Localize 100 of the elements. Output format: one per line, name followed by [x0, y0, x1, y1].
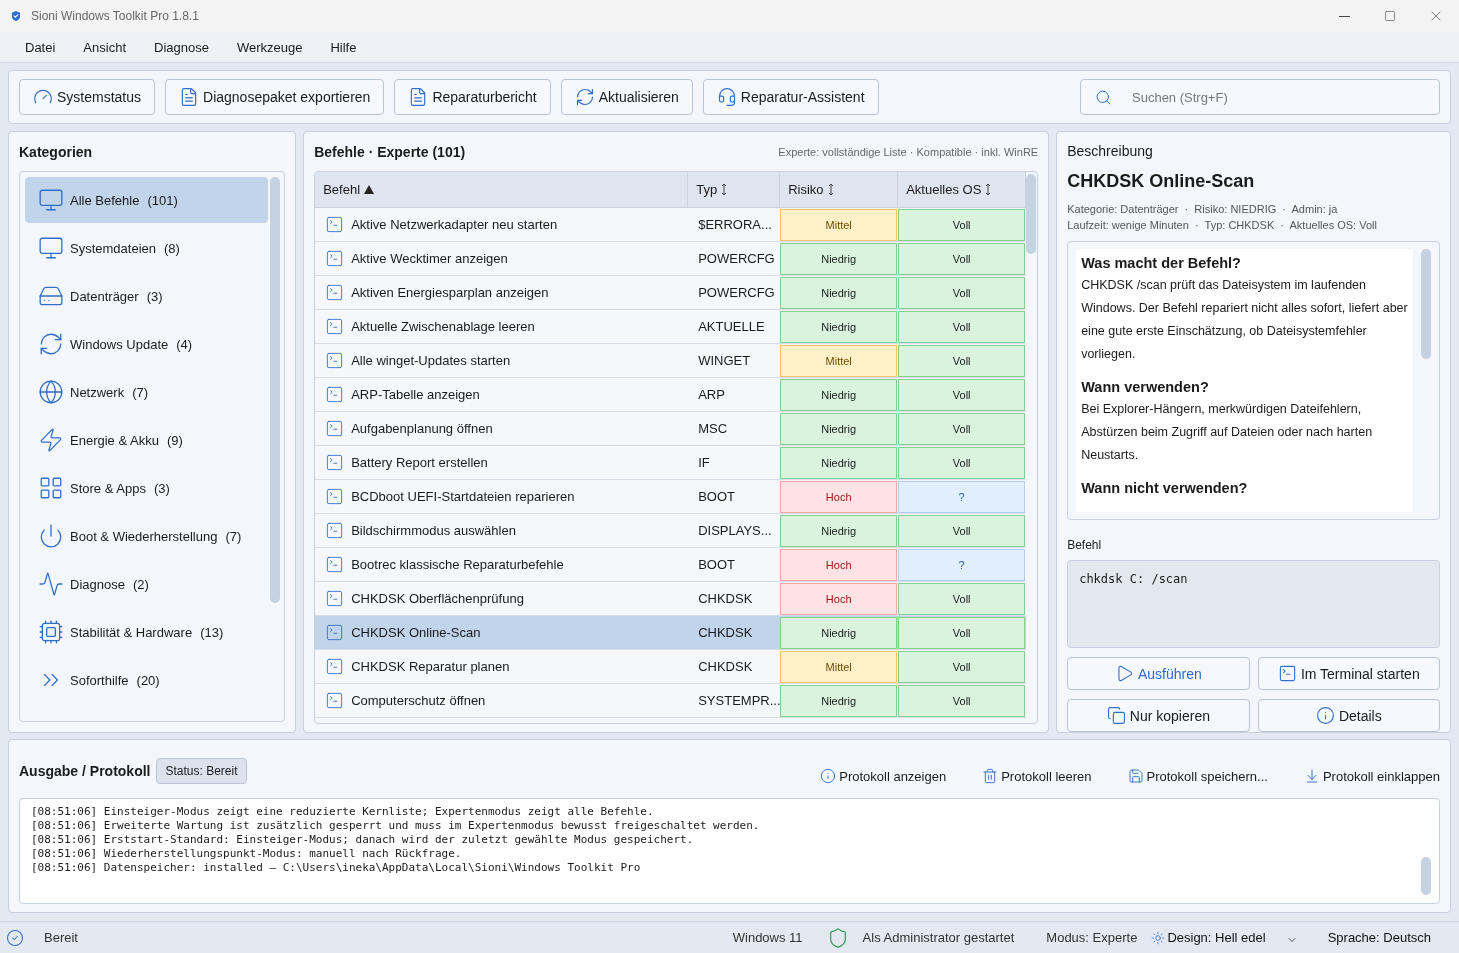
command-meta: Laufzeit: wenige Minuten · Typ: CHKDSK · Aktuelles OS: Voll	[1067, 217, 1378, 233]
section-text: Bei Explorer-Hängern, merkwürdigen Dateifehlern, Abstürzen beim Zugriff auf Dateien oder nach harten Neustarts.	[1081, 400, 1374, 464]
command-type: AKTUELLE	[698, 319, 765, 334]
search-input[interactable]: Suchen (Strg+F)	[1130, 88, 1410, 106]
field-label: Befehl	[1067, 538, 1103, 553]
trash-icon	[982, 768, 999, 784]
risk-cell: Hoch	[780, 583, 898, 615]
table-row[interactable]: CHKDSK Oberflächenprüfung CHKDSK Hoch Voll	[315, 582, 1027, 616]
toolbar-button[interactable]: Reparatur-Assistent	[702, 79, 879, 115]
table-row[interactable]: Battery Report erstellen IF Niedrig Voll	[315, 446, 1027, 480]
scrollbar[interactable]	[1421, 857, 1431, 895]
menu-item[interactable]: Hilfe	[316, 39, 371, 55]
pulse-icon	[38, 571, 64, 597]
table-row[interactable]: ARP-Tabelle anzeigen ARP Niedrig Voll	[315, 378, 1027, 412]
log-line: [08:51:06] Wiederherstellungspunkt-Modus: manuell nach Rückfrage.	[31, 847, 463, 861]
category-label: Datenträger	[70, 288, 139, 304]
column-header[interactable]: Risiko	[780, 172, 899, 207]
category-item[interactable]: Windows Update (4)	[25, 321, 269, 367]
action-button[interactable]: Ausführen	[1067, 657, 1250, 690]
terminal-icon	[325, 419, 345, 438]
scrollbar[interactable]	[1026, 174, 1037, 254]
menu-item[interactable]: Werkzeuge	[222, 39, 317, 55]
command-type: WINGET	[698, 353, 751, 368]
category-count: (9)	[166, 432, 183, 448]
category-item[interactable]: Datenträger (3)	[25, 273, 269, 319]
toolbar-button[interactable]: Reparaturbericht	[394, 79, 551, 115]
table-row[interactable]: Bootrec klassische Reparaturbefehle BOOT Hoch ?	[315, 548, 1027, 582]
panel-title: Beschreibung	[1067, 143, 1153, 160]
table-row[interactable]: Bildschirmmodus auswählen DISPLAYS... Niedrig Voll	[315, 514, 1027, 548]
os-cell: Voll	[898, 209, 1026, 241]
table-row[interactable]: Aktuelle Zwischenablage leeren AKTUELLE Niedrig Voll	[315, 310, 1027, 344]
log-action[interactable]: Protokoll leeren	[982, 768, 1092, 784]
table-row[interactable]: Aktive Netzwerkadapter neu starten $ERRORA... Mittel Voll	[315, 208, 1027, 242]
design-selector[interactable]: Design: Hell edel	[1167, 930, 1266, 945]
scrollbar[interactable]	[1421, 248, 1431, 359]
headset-icon	[716, 87, 737, 107]
risk-cell: Hoch	[780, 549, 898, 581]
category-item[interactable]: Stabilität & Hardware (13)	[25, 609, 269, 655]
category-count: (3)	[153, 480, 170, 496]
category-item[interactable]: Systemdateien (8)	[25, 225, 269, 271]
column-header[interactable]: Befehl	[315, 172, 689, 207]
table-row[interactable]: Aktive Wecktimer anzeigen POWERCFG Niedrig Voll	[315, 242, 1027, 276]
category-item[interactable]: Diagnose (2)	[25, 561, 269, 607]
log-action[interactable]: Protokoll einklappen	[1303, 768, 1440, 784]
log-action[interactable]: Protokoll anzeigen	[820, 768, 947, 784]
section-heading: Wann nicht verwenden?	[1081, 479, 1249, 496]
minimize-icon	[1338, 15, 1350, 17]
category-item[interactable]: Boot & Wiederherstellung (7)	[25, 513, 269, 559]
menu-item[interactable]: Datei	[11, 39, 70, 55]
toolbar-button[interactable]: Systemstatus	[19, 79, 156, 115]
os-cell: Voll	[898, 413, 1026, 445]
risk-cell: Niedrig	[780, 277, 898, 309]
terminal-icon	[325, 249, 345, 268]
column-header[interactable]: Typ	[688, 172, 781, 207]
category-label: Energie & Akku	[70, 432, 159, 448]
category-item[interactable]: Soforthilfe (20)	[25, 657, 269, 703]
table-row[interactable]: Aktiven Energiesparplan anzeigen POWERCFG Niedrig Voll	[315, 276, 1027, 310]
command-type: POWERCFG	[698, 285, 775, 300]
language-status: Sprache: Deutsch	[1327, 930, 1431, 945]
table-row[interactable]: BCDboot UEFI-Startdateien reparieren BOOT Hoch ?	[315, 480, 1027, 514]
action-button[interactable]: Nur kopieren	[1067, 699, 1250, 732]
search-field[interactable]: Suchen (Strg+F)	[1080, 79, 1440, 115]
panel-title: Ausgabe / Protokoll	[19, 763, 151, 779]
category-item[interactable]: Store & Apps (3)	[25, 465, 269, 511]
sun-icon	[1151, 930, 1166, 945]
command-name: Aktive Netzwerkadapter neu starten	[351, 217, 558, 232]
table-row[interactable]: CHKDSK Online-Scan CHKDSK Niedrig Voll	[315, 616, 1027, 650]
category-item[interactable]: Netzwerk (7)	[25, 369, 269, 415]
category-item[interactable]: Alle Befehle (101)	[25, 177, 269, 223]
category-count: (8)	[164, 240, 180, 256]
table-row[interactable]: Computerschutz öffnen SYSTEMPR... Niedrig Voll	[315, 684, 1027, 718]
category-item[interactable]: Energie & Akku (9)	[25, 417, 269, 463]
command-name: CHKDSK Online-Scan	[351, 625, 481, 640]
log-action[interactable]: Protokoll speichern...	[1127, 768, 1268, 784]
menu-item[interactable]: Ansicht	[69, 39, 140, 55]
menu-item[interactable]: Diagnose	[140, 39, 223, 55]
action-button[interactable]: Details	[1257, 699, 1440, 732]
panel-title: Befehle · Experte (101)	[314, 143, 466, 160]
risk-cell: Niedrig	[780, 413, 898, 445]
copy-icon	[1106, 706, 1126, 725]
risk-cell: Niedrig	[780, 379, 898, 411]
os-cell: Voll	[898, 345, 1026, 377]
table-row[interactable]: CHKDSK Reparatur planen CHKDSK Mittel Voll	[315, 650, 1027, 684]
category-count: (13)	[200, 624, 224, 640]
table-row[interactable]: Alle winget-Updates starten WINGET Mittel Voll	[315, 344, 1027, 378]
toolbar-button[interactable]: Diagnosepaket exportieren	[165, 79, 385, 115]
command-field[interactable]: chkdsk C: /scan	[1067, 560, 1440, 648]
command-type: BOOT	[698, 557, 735, 572]
risk-cell: Niedrig	[780, 617, 898, 649]
command-name: ARP-Tabelle anzeigen	[351, 387, 480, 402]
toolbar-button[interactable]: Aktualisieren	[560, 79, 693, 115]
info-icon	[820, 768, 837, 784]
command-name: Battery Report erstellen	[351, 455, 488, 470]
category-count: (7)	[132, 384, 149, 400]
os-version: Windows 11	[732, 930, 803, 945]
scrollbar[interactable]	[270, 177, 281, 603]
table-row[interactable]: Aufgabenplanung öffnen MSC Niedrig Voll	[315, 412, 1027, 446]
column-label: Befehl	[323, 182, 361, 197]
action-button[interactable]: Im Terminal starten	[1257, 657, 1440, 690]
os-cell: Voll	[898, 447, 1026, 479]
